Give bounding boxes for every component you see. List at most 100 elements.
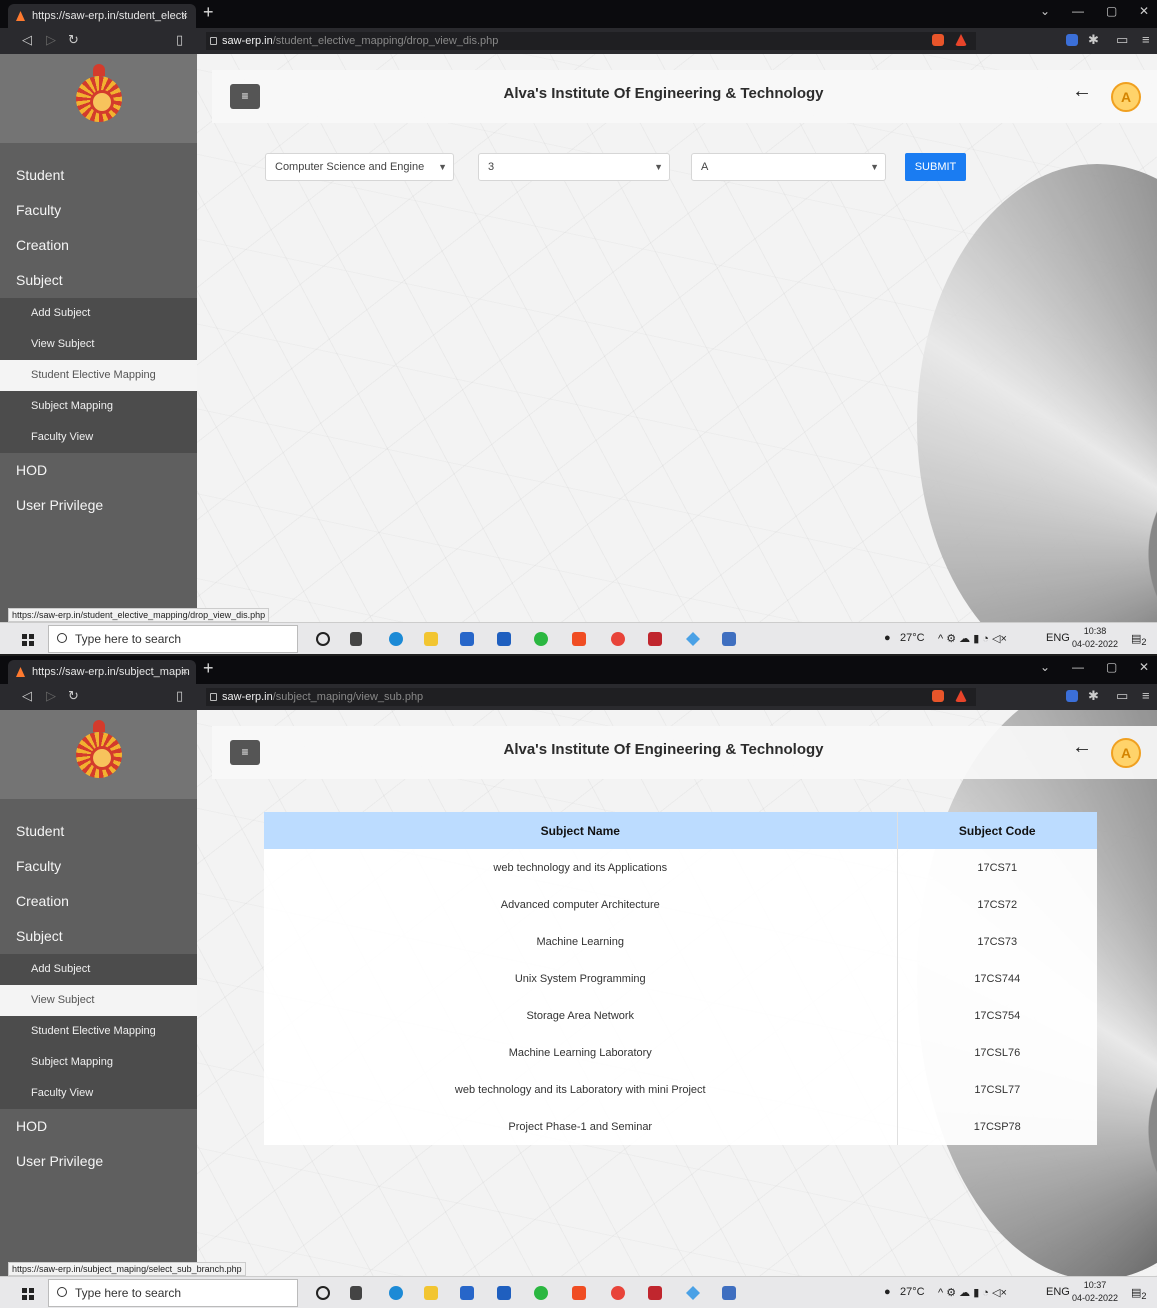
extensions-puzzle-icon[interactable]: ✱ — [1088, 688, 1099, 704]
filezilla-icon[interactable] — [648, 1286, 662, 1300]
brave-shield-icon[interactable] — [932, 690, 944, 702]
file-explorer-icon[interactable] — [424, 1286, 438, 1300]
photos-icon[interactable] — [722, 1286, 736, 1300]
window-close-icon[interactable]: ✕ — [1139, 660, 1149, 674]
language-indicator[interactable]: ENG — [1046, 632, 1070, 644]
tab-search-icon[interactable]: ⌄ — [1040, 660, 1050, 674]
taskbar-search-box[interactable]: Type here to search — [48, 625, 298, 653]
sidebar-item-hod[interactable]: HOD — [0, 453, 197, 488]
brave-icon[interactable] — [572, 1286, 586, 1300]
task-view-icon[interactable] — [350, 1286, 362, 1300]
chrome-icon[interactable] — [611, 632, 625, 646]
bookmark-icon[interactable]: ▯ — [176, 688, 183, 704]
wallet-icon[interactable]: ▭ — [1116, 688, 1128, 704]
submenu-view-subject[interactable]: View Subject — [0, 985, 197, 1016]
sidebar-item-faculty[interactable]: Faculty — [0, 193, 197, 228]
submenu-faculty-view[interactable]: Faculty View — [0, 1078, 197, 1109]
edge-icon[interactable] — [389, 632, 403, 646]
submenu-subject-mapping[interactable]: Subject Mapping — [0, 391, 197, 422]
sidebar-item-hod[interactable]: HOD — [0, 1109, 197, 1144]
clock[interactable]: 10:37 04-02-2022 — [1072, 1279, 1118, 1305]
back-nav-icon[interactable]: ◁ — [22, 688, 32, 704]
windows-start-icon[interactable] — [22, 1288, 34, 1300]
sidebar-item-creation[interactable]: Creation — [0, 228, 197, 263]
submenu-student-elective-mapping[interactable]: Student Elective Mapping — [0, 360, 197, 391]
sidebar-item-subject[interactable]: Subject — [0, 919, 197, 954]
submenu-add-subject[interactable]: Add Subject — [0, 298, 197, 329]
back-arrow-icon[interactable]: ← — [1072, 736, 1092, 759]
sidebar-item-subject[interactable]: Subject — [0, 263, 197, 298]
brave-icon[interactable] — [572, 632, 586, 646]
tray-icons[interactable]: ^ ⚙ ☁ ▮ ◔ ◁× — [938, 1286, 1007, 1299]
maximize-icon[interactable]: ▢ — [1106, 4, 1117, 18]
sidebar-item-user-privilege[interactable]: User Privilege — [0, 1144, 197, 1179]
semester-select[interactable]: 3 ▼ — [478, 153, 670, 181]
task-view-icon[interactable] — [350, 632, 362, 646]
sidebar-item-user-privilege[interactable]: User Privilege — [0, 488, 197, 523]
taskbar-search-box[interactable]: Type here to search — [48, 1279, 298, 1307]
wallet-icon[interactable]: ▭ — [1116, 32, 1128, 48]
tab-search-icon[interactable]: ⌄ — [1040, 4, 1050, 18]
cortana-icon[interactable] — [316, 1286, 330, 1300]
user-avatar[interactable]: A — [1111, 738, 1141, 768]
whatsapp-icon[interactable] — [534, 632, 548, 646]
whatsapp-icon[interactable] — [534, 1286, 548, 1300]
weather-icon[interactable]: ● — [884, 632, 891, 644]
user-avatar[interactable]: A — [1111, 82, 1141, 112]
browser-menu-icon[interactable]: ≡ — [1142, 32, 1150, 47]
url-field[interactable]: saw-erp.in/subject_maping/view_sub.php — [206, 688, 976, 706]
brave-shield-icon[interactable] — [932, 34, 944, 46]
submenu-add-subject[interactable]: Add Subject — [0, 954, 197, 985]
submenu-faculty-view[interactable]: Faculty View — [0, 422, 197, 453]
filezilla-icon[interactable] — [648, 632, 662, 646]
submenu-view-subject[interactable]: View Subject — [0, 329, 197, 360]
weather-icon[interactable]: ● — [884, 1286, 891, 1298]
extensions-puzzle-icon[interactable]: ✱ — [1088, 32, 1099, 48]
photos-icon[interactable] — [722, 632, 736, 646]
minimize-icon[interactable]: — — [1072, 660, 1084, 674]
sidebar-item-faculty[interactable]: Faculty — [0, 849, 197, 884]
store-icon[interactable] — [460, 1286, 474, 1300]
new-tab-icon[interactable]: + — [203, 658, 214, 679]
browser-menu-icon[interactable]: ≡ — [1142, 688, 1150, 703]
drive-icon[interactable] — [686, 1286, 700, 1300]
file-explorer-icon[interactable] — [424, 632, 438, 646]
edge-icon[interactable] — [389, 1286, 403, 1300]
clock[interactable]: 10:38 04-02-2022 — [1072, 625, 1118, 651]
language-indicator[interactable]: ENG — [1046, 1286, 1070, 1298]
tray-icons[interactable]: ^ ⚙ ☁ ▮ ◔ ◁× — [938, 632, 1007, 645]
back-nav-icon[interactable]: ◁ — [22, 32, 32, 48]
maximize-icon[interactable]: ▢ — [1106, 660, 1117, 674]
sidebar-item-student[interactable]: Student — [0, 158, 197, 193]
new-tab-icon[interactable]: + — [203, 2, 214, 23]
forward-nav-icon[interactable]: ▷ — [46, 688, 56, 704]
reload-icon[interactable]: ↻ — [68, 688, 79, 704]
tab-close-icon[interactable]: × — [182, 660, 188, 684]
cortana-icon[interactable] — [316, 632, 330, 646]
tab-close-icon[interactable]: × — [182, 4, 188, 28]
temperature[interactable]: 27°C — [900, 1286, 925, 1298]
forward-nav-icon[interactable]: ▷ — [46, 32, 56, 48]
notification-icon[interactable]: ▤2 — [1131, 1286, 1147, 1301]
window-close-icon[interactable]: ✕ — [1139, 4, 1149, 18]
minimize-icon[interactable]: — — [1072, 4, 1084, 18]
bookmark-icon[interactable]: ▯ — [176, 32, 183, 48]
section-select[interactable]: A ▼ — [691, 153, 886, 181]
notification-icon[interactable]: ▤2 — [1131, 632, 1147, 647]
browser-tab[interactable]: https://saw-erp.in/subject_mapin × — [8, 660, 196, 684]
branch-select[interactable]: Computer Science and Engine ▼ — [265, 153, 454, 181]
temperature[interactable]: 27°C — [900, 632, 925, 644]
store-icon[interactable] — [460, 632, 474, 646]
reload-icon[interactable]: ↻ — [68, 32, 79, 48]
submit-button[interactable]: SUBMIT — [905, 153, 966, 181]
submenu-subject-mapping[interactable]: Subject Mapping — [0, 1047, 197, 1078]
mail-icon[interactable] — [497, 1286, 511, 1300]
extension-icon[interactable] — [1066, 34, 1078, 46]
url-field[interactable]: saw-erp.in/student_elective_mapping/drop… — [206, 32, 976, 50]
sidebar-item-student[interactable]: Student — [0, 814, 197, 849]
mail-icon[interactable] — [497, 632, 511, 646]
submenu-student-elective-mapping[interactable]: Student Elective Mapping — [0, 1016, 197, 1047]
chrome-icon[interactable] — [611, 1286, 625, 1300]
windows-start-icon[interactable] — [22, 634, 34, 646]
back-arrow-icon[interactable]: ← — [1072, 80, 1092, 103]
